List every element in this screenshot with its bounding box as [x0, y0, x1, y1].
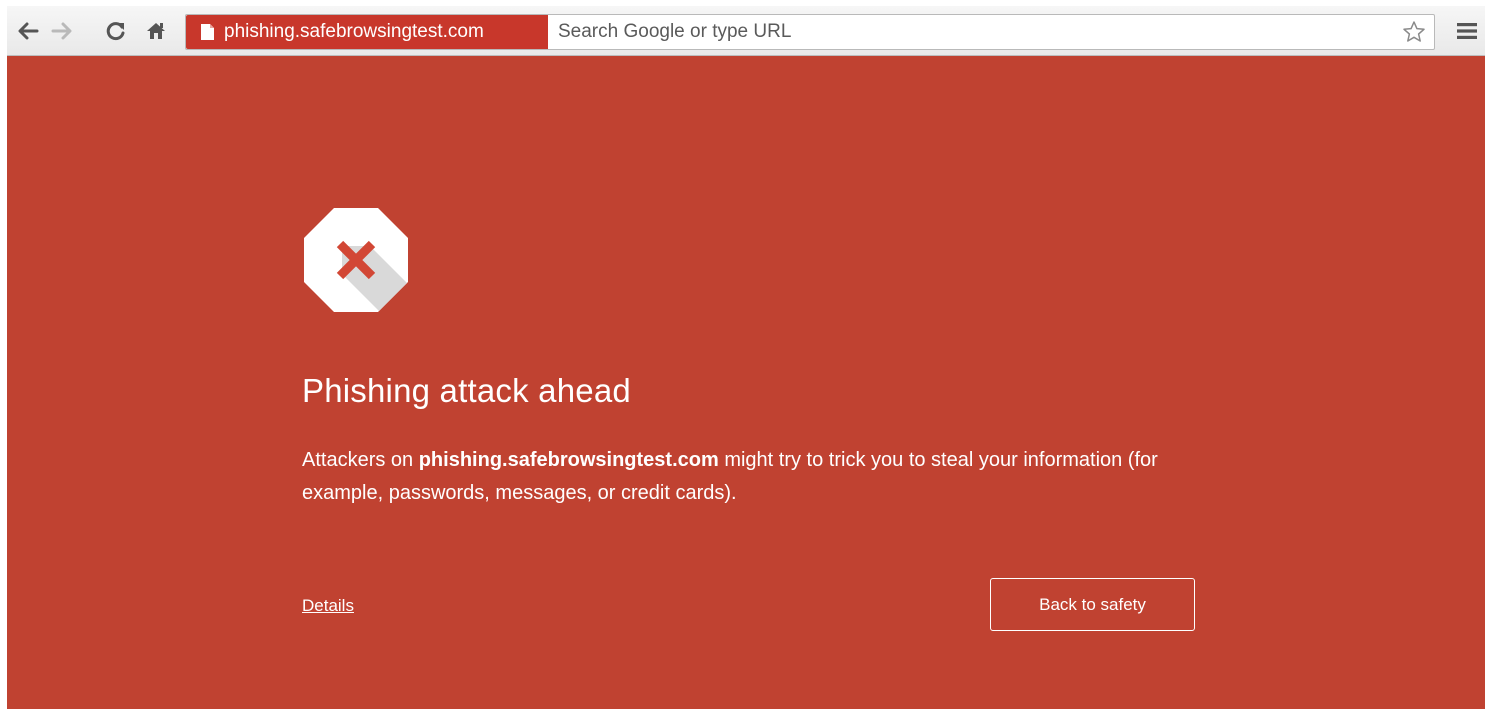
star-icon[interactable] — [1402, 20, 1426, 44]
description-domain: phishing.safebrowsingtest.com — [418, 449, 719, 471]
reload-button[interactable] — [103, 14, 129, 48]
warning-description: Attackers on phishing.safebrowsingtest.c… — [302, 444, 1202, 510]
back-arrow-icon — [18, 22, 39, 40]
description-prefix: Attackers on — [302, 449, 419, 471]
browser-toolbar: phishing.safebrowsingtest.com — [7, 6, 1485, 56]
browser-window: phishing.safebrowsingtest.com Search Goo… — [0, 0, 1485, 709]
home-button[interactable] — [143, 14, 169, 48]
omnibox[interactable]: phishing.safebrowsingtest.com — [185, 14, 1435, 50]
back-to-safety-button[interactable]: Back to safety — [990, 578, 1195, 631]
stop-sign-x-icon — [304, 208, 408, 312]
page-title: Phishing attack ahead — [302, 372, 631, 409]
reload-icon — [106, 22, 125, 41]
menu-icon[interactable] — [1455, 19, 1479, 43]
site-chip-label: phishing.safebrowsingtest.com — [224, 21, 484, 42]
search-input[interactable] — [558, 15, 1378, 49]
home-icon — [147, 23, 165, 39]
phishing-interstitial: Phishing attack ahead Attackers on phish… — [7, 56, 1485, 709]
back-button[interactable] — [15, 14, 41, 48]
forward-button[interactable] — [49, 14, 75, 48]
details-link[interactable]: Details — [302, 596, 354, 616]
forward-arrow-icon — [51, 22, 72, 40]
site-chip[interactable]: phishing.safebrowsingtest.com — [186, 15, 548, 49]
page-icon — [201, 24, 214, 40]
